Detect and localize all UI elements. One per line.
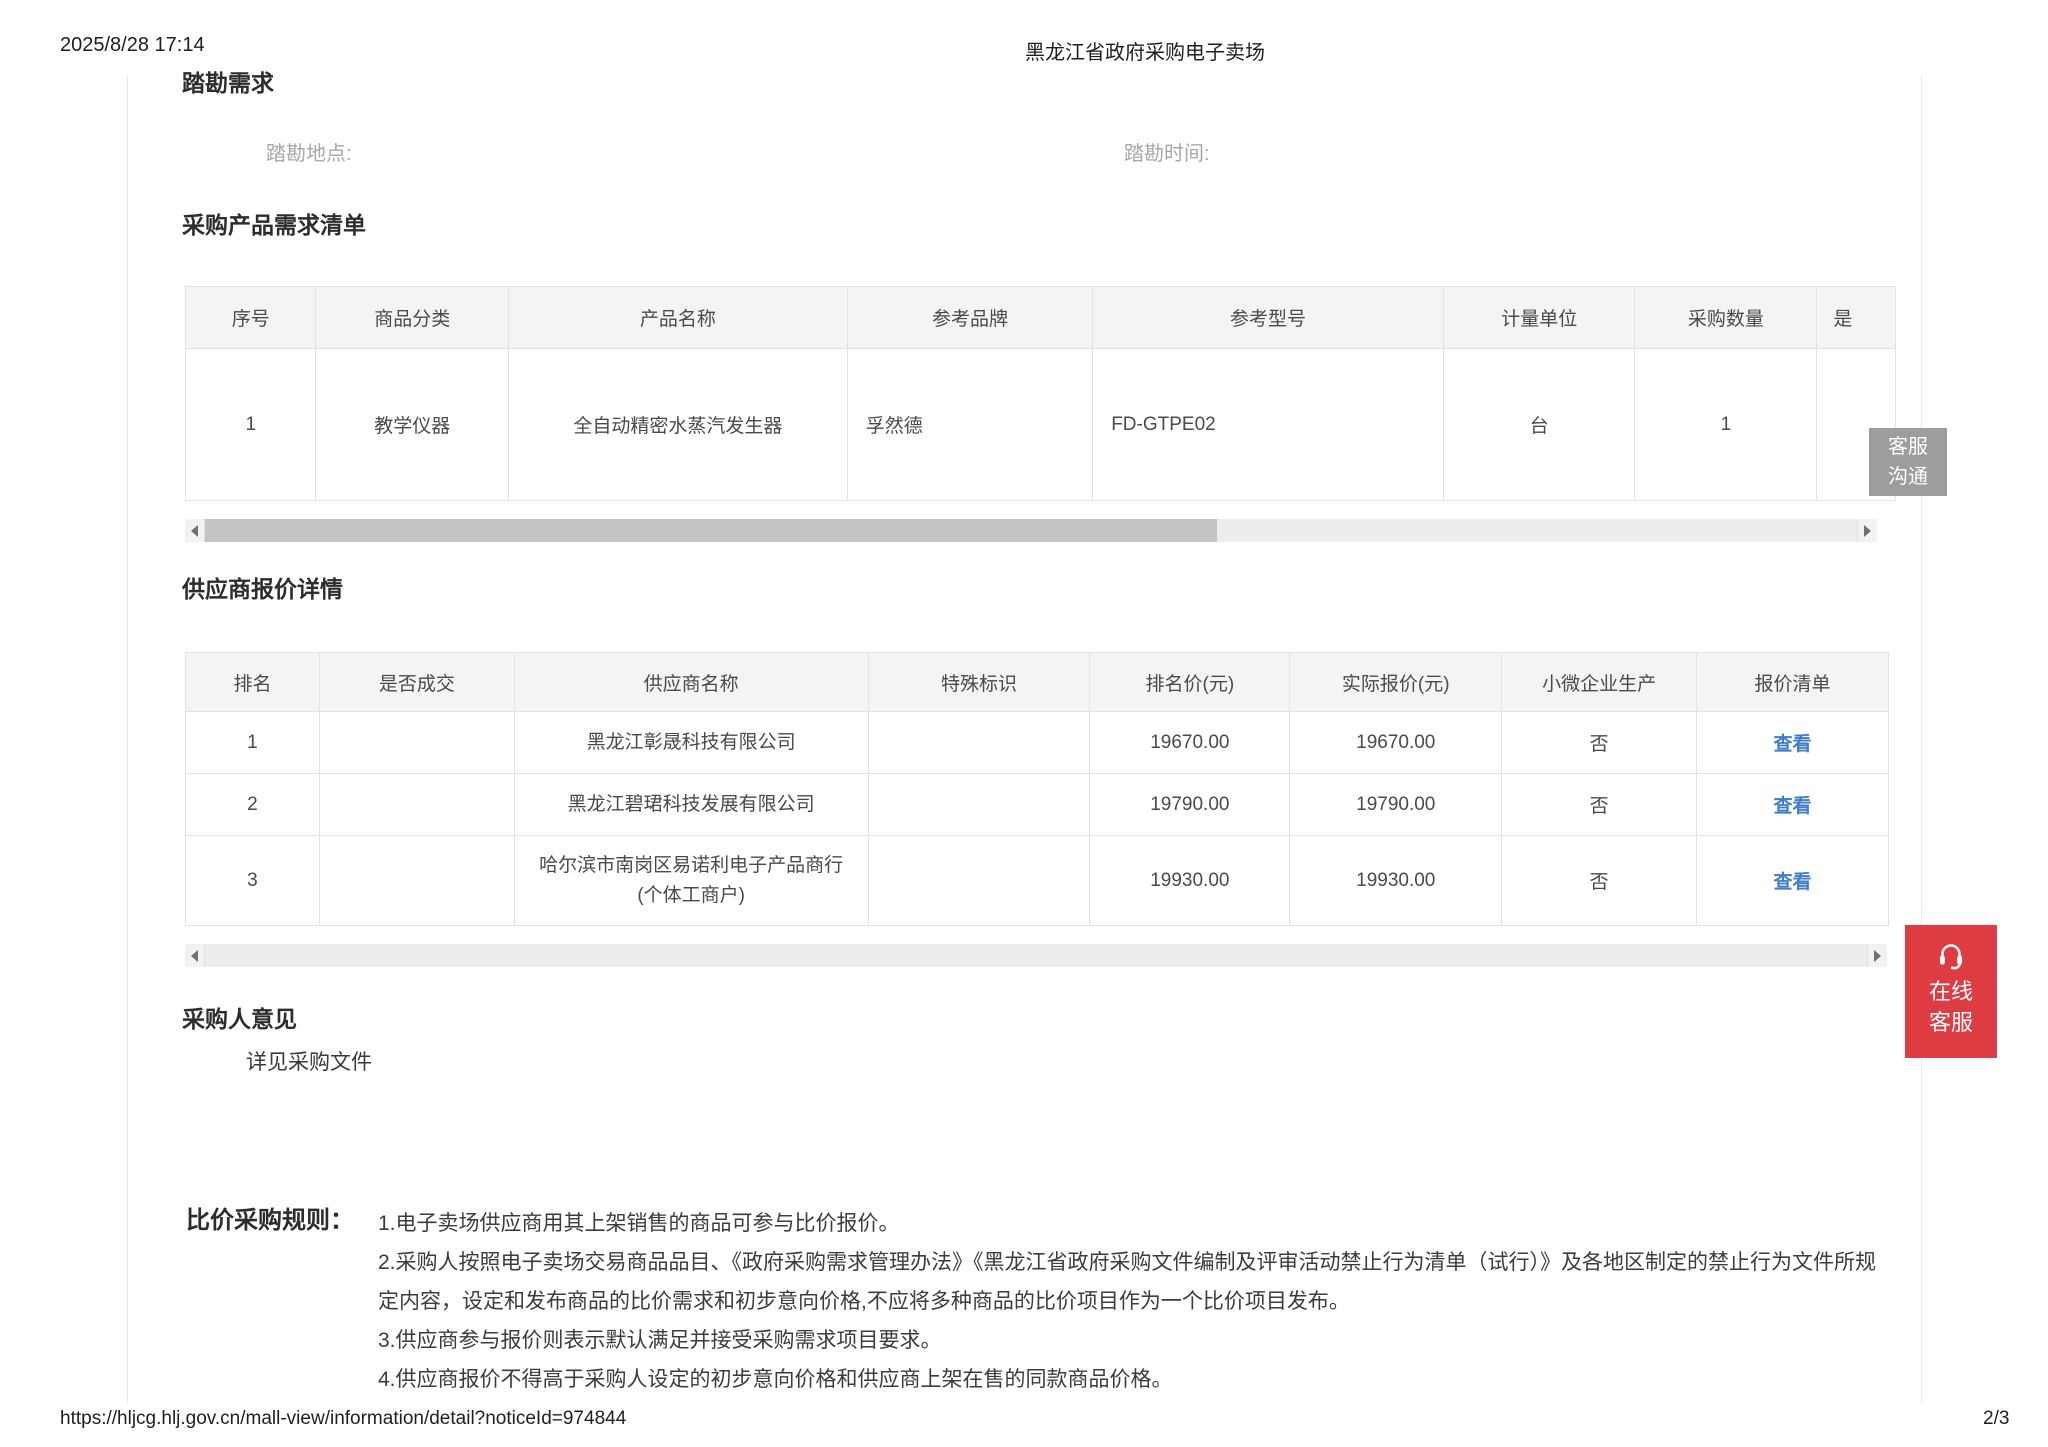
print-datetime: 2025/8/28 17:14 (60, 34, 205, 56)
buyer-opinion-heading: 采购人意见 (182, 1006, 297, 1032)
survey-location-label: 踏勘地点: (266, 143, 352, 165)
header-clipped: 是 (1816, 286, 1896, 349)
scroll-right-button[interactable] (1867, 944, 1887, 967)
cell-supplier-name: 黑龙江彰晟科技有限公司 (513, 711, 869, 774)
print-url: https://hljcg.hlj.gov.cn/mall-view/infor… (60, 1408, 627, 1429)
survey-time-label: 踏勘时间: (1124, 143, 1210, 165)
header-actual-price: 实际报价(元) (1289, 652, 1503, 712)
header-ref-brand: 参考品牌 (846, 286, 1094, 349)
cell-actual-price: 19790.00 (1289, 773, 1503, 836)
cell-category: 教学仪器 (315, 348, 509, 501)
cell-rank-price: 19670.00 (1089, 711, 1291, 774)
header-index: 序号 (185, 286, 317, 349)
cell-special-mark (867, 773, 1091, 836)
product-table: 序号 商品分类 产品名称 参考品牌 参考型号 计量单位 采购数量 是 1 教学仪… (185, 286, 1896, 501)
cell-small-micro: 否 (1501, 835, 1698, 926)
cell-special-mark (867, 835, 1091, 926)
cell-actual-price: 19930.00 (1289, 835, 1503, 926)
rule-item-1: 1.电子卖场供应商用其上架销售的商品可参与比价报价。 (378, 1212, 900, 1235)
product-table-wrap: 序号 商品分类 产品名称 参考品牌 参考型号 计量单位 采购数量 是 1 教学仪… (185, 286, 1896, 501)
header-special-mark: 特殊标识 (867, 652, 1091, 712)
cell-rank-price: 19930.00 (1089, 835, 1291, 926)
header-ref-model: 参考型号 (1092, 286, 1444, 349)
buyer-opinion-text: 详见采购文件 (246, 1051, 372, 1074)
rule-item-2: 2.采购人按照电子卖场交易商品品目、《政府采购需求管理办法》《黑龙江省政府采购文… (378, 1251, 1877, 1313)
quote-row: 2 黑龙江碧珺科技发展有限公司 19790.00 19790.00 否 查看 (185, 773, 1889, 836)
cell-supplier-name: 哈尔滨市南岗区易诺利电子产品商行 (个体工商户) (513, 835, 869, 926)
cell-ref-brand: 孚然德 (846, 348, 1094, 501)
quote-table-wrap: 排名 是否成交 供应商名称 特殊标识 排名价(元) 实际报价(元) 小微企业生产… (185, 652, 1889, 926)
page-title: 黑龙江省政府采购电子卖场 (1025, 42, 1265, 64)
scroll-right-button[interactable] (1857, 519, 1877, 542)
rules-list: 1.电子卖场供应商用其上架销售的商品可参与比价报价。 2.采购人按照电子卖场交易… (378, 1204, 1896, 1399)
header-rank: 排名 (185, 652, 320, 712)
header-quantity: 采购数量 (1634, 286, 1818, 349)
online-service-badge[interactable]: 在线 客服 (1905, 925, 1997, 1058)
scroll-left-button[interactable] (185, 519, 205, 542)
header-category: 商品分类 (315, 286, 509, 349)
cell-deal-status (318, 773, 515, 836)
print-preview-page: 2025/8/28 17:14 黑龙江省政府采购电子卖场 踏勘需求 踏勘地点: … (0, 0, 2048, 1447)
product-table-scrollbar[interactable] (185, 519, 1877, 542)
header-rank-price: 排名价(元) (1089, 652, 1291, 712)
quote-table: 排名 是否成交 供应商名称 特殊标识 排名价(元) 实际报价(元) 小微企业生产… (185, 652, 1889, 926)
product-list-heading: 采购产品需求清单 (182, 212, 366, 238)
cell-index: 1 (185, 348, 317, 501)
cell-actual-price: 19670.00 (1289, 711, 1503, 774)
rule-item-4: 4.供应商报价不得高于采购人设定的初步意向价格和供应商上架在售的同款商品价格。 (378, 1368, 1173, 1391)
cell-unit: 台 (1442, 348, 1636, 501)
header-supplier-name: 供应商名称 (513, 652, 869, 712)
scroll-left-icon (191, 949, 198, 962)
cell-special-mark (867, 711, 1091, 774)
header-deal-status: 是否成交 (318, 652, 515, 712)
cell-ref-model: FD-GTPE02 (1092, 348, 1444, 501)
cell-supplier-name: 黑龙江碧珺科技发展有限公司 (513, 773, 869, 836)
rule-item-3: 3.供应商参与报价则表示默认满足并接受采购需求项目要求。 (378, 1329, 942, 1352)
scroll-right-icon (1874, 949, 1881, 962)
quotes-heading: 供应商报价详情 (182, 576, 343, 602)
view-quote-link[interactable]: 查看 (1774, 734, 1812, 755)
headset-icon (1939, 944, 1963, 970)
print-page-number: 2/3 (1983, 1408, 2010, 1429)
cell-rank: 1 (185, 711, 320, 774)
header-small-micro: 小微企业生产 (1501, 652, 1698, 712)
view-quote-link[interactable]: 查看 (1774, 872, 1812, 893)
customer-chat-badge[interactable]: 客服 沟通 (1869, 428, 1947, 496)
scrollbar-thumb[interactable] (205, 519, 1217, 542)
scroll-left-button[interactable] (185, 944, 205, 967)
quote-table-scrollbar[interactable] (185, 944, 1887, 967)
cell-quantity: 1 (1634, 348, 1818, 501)
cell-small-micro: 否 (1501, 711, 1698, 774)
header-quote-list: 报价清单 (1696, 652, 1889, 712)
view-quote-link[interactable]: 查看 (1774, 796, 1812, 817)
cell-rank-price: 19790.00 (1089, 773, 1291, 836)
header-product-name: 产品名称 (507, 286, 848, 349)
cell-deal-status (318, 711, 515, 774)
rules-label: 比价采购规则： (186, 1207, 354, 1234)
cell-product-name: 全自动精密水蒸汽发生器 (507, 348, 848, 501)
product-row: 1 教学仪器 全自动精密水蒸汽发生器 孚然德 FD-GTPE02 台 1 (185, 348, 1896, 501)
header-unit: 计量单位 (1442, 286, 1636, 349)
scroll-right-icon (1864, 524, 1871, 537)
survey-heading: 踏勘需求 (182, 70, 274, 96)
quote-row: 3 哈尔滨市南岗区易诺利电子产品商行 (个体工商户) 19930.00 1993… (185, 835, 1889, 926)
scroll-left-icon (191, 524, 198, 537)
cell-deal-status (318, 835, 515, 926)
cell-rank: 2 (185, 773, 320, 836)
online-service-label: 在线 客服 (1928, 979, 1973, 1035)
cell-rank: 3 (185, 835, 320, 926)
quote-row: 1 黑龙江彰晟科技有限公司 19670.00 19670.00 否 查看 (185, 711, 1889, 774)
cell-small-micro: 否 (1501, 773, 1698, 836)
